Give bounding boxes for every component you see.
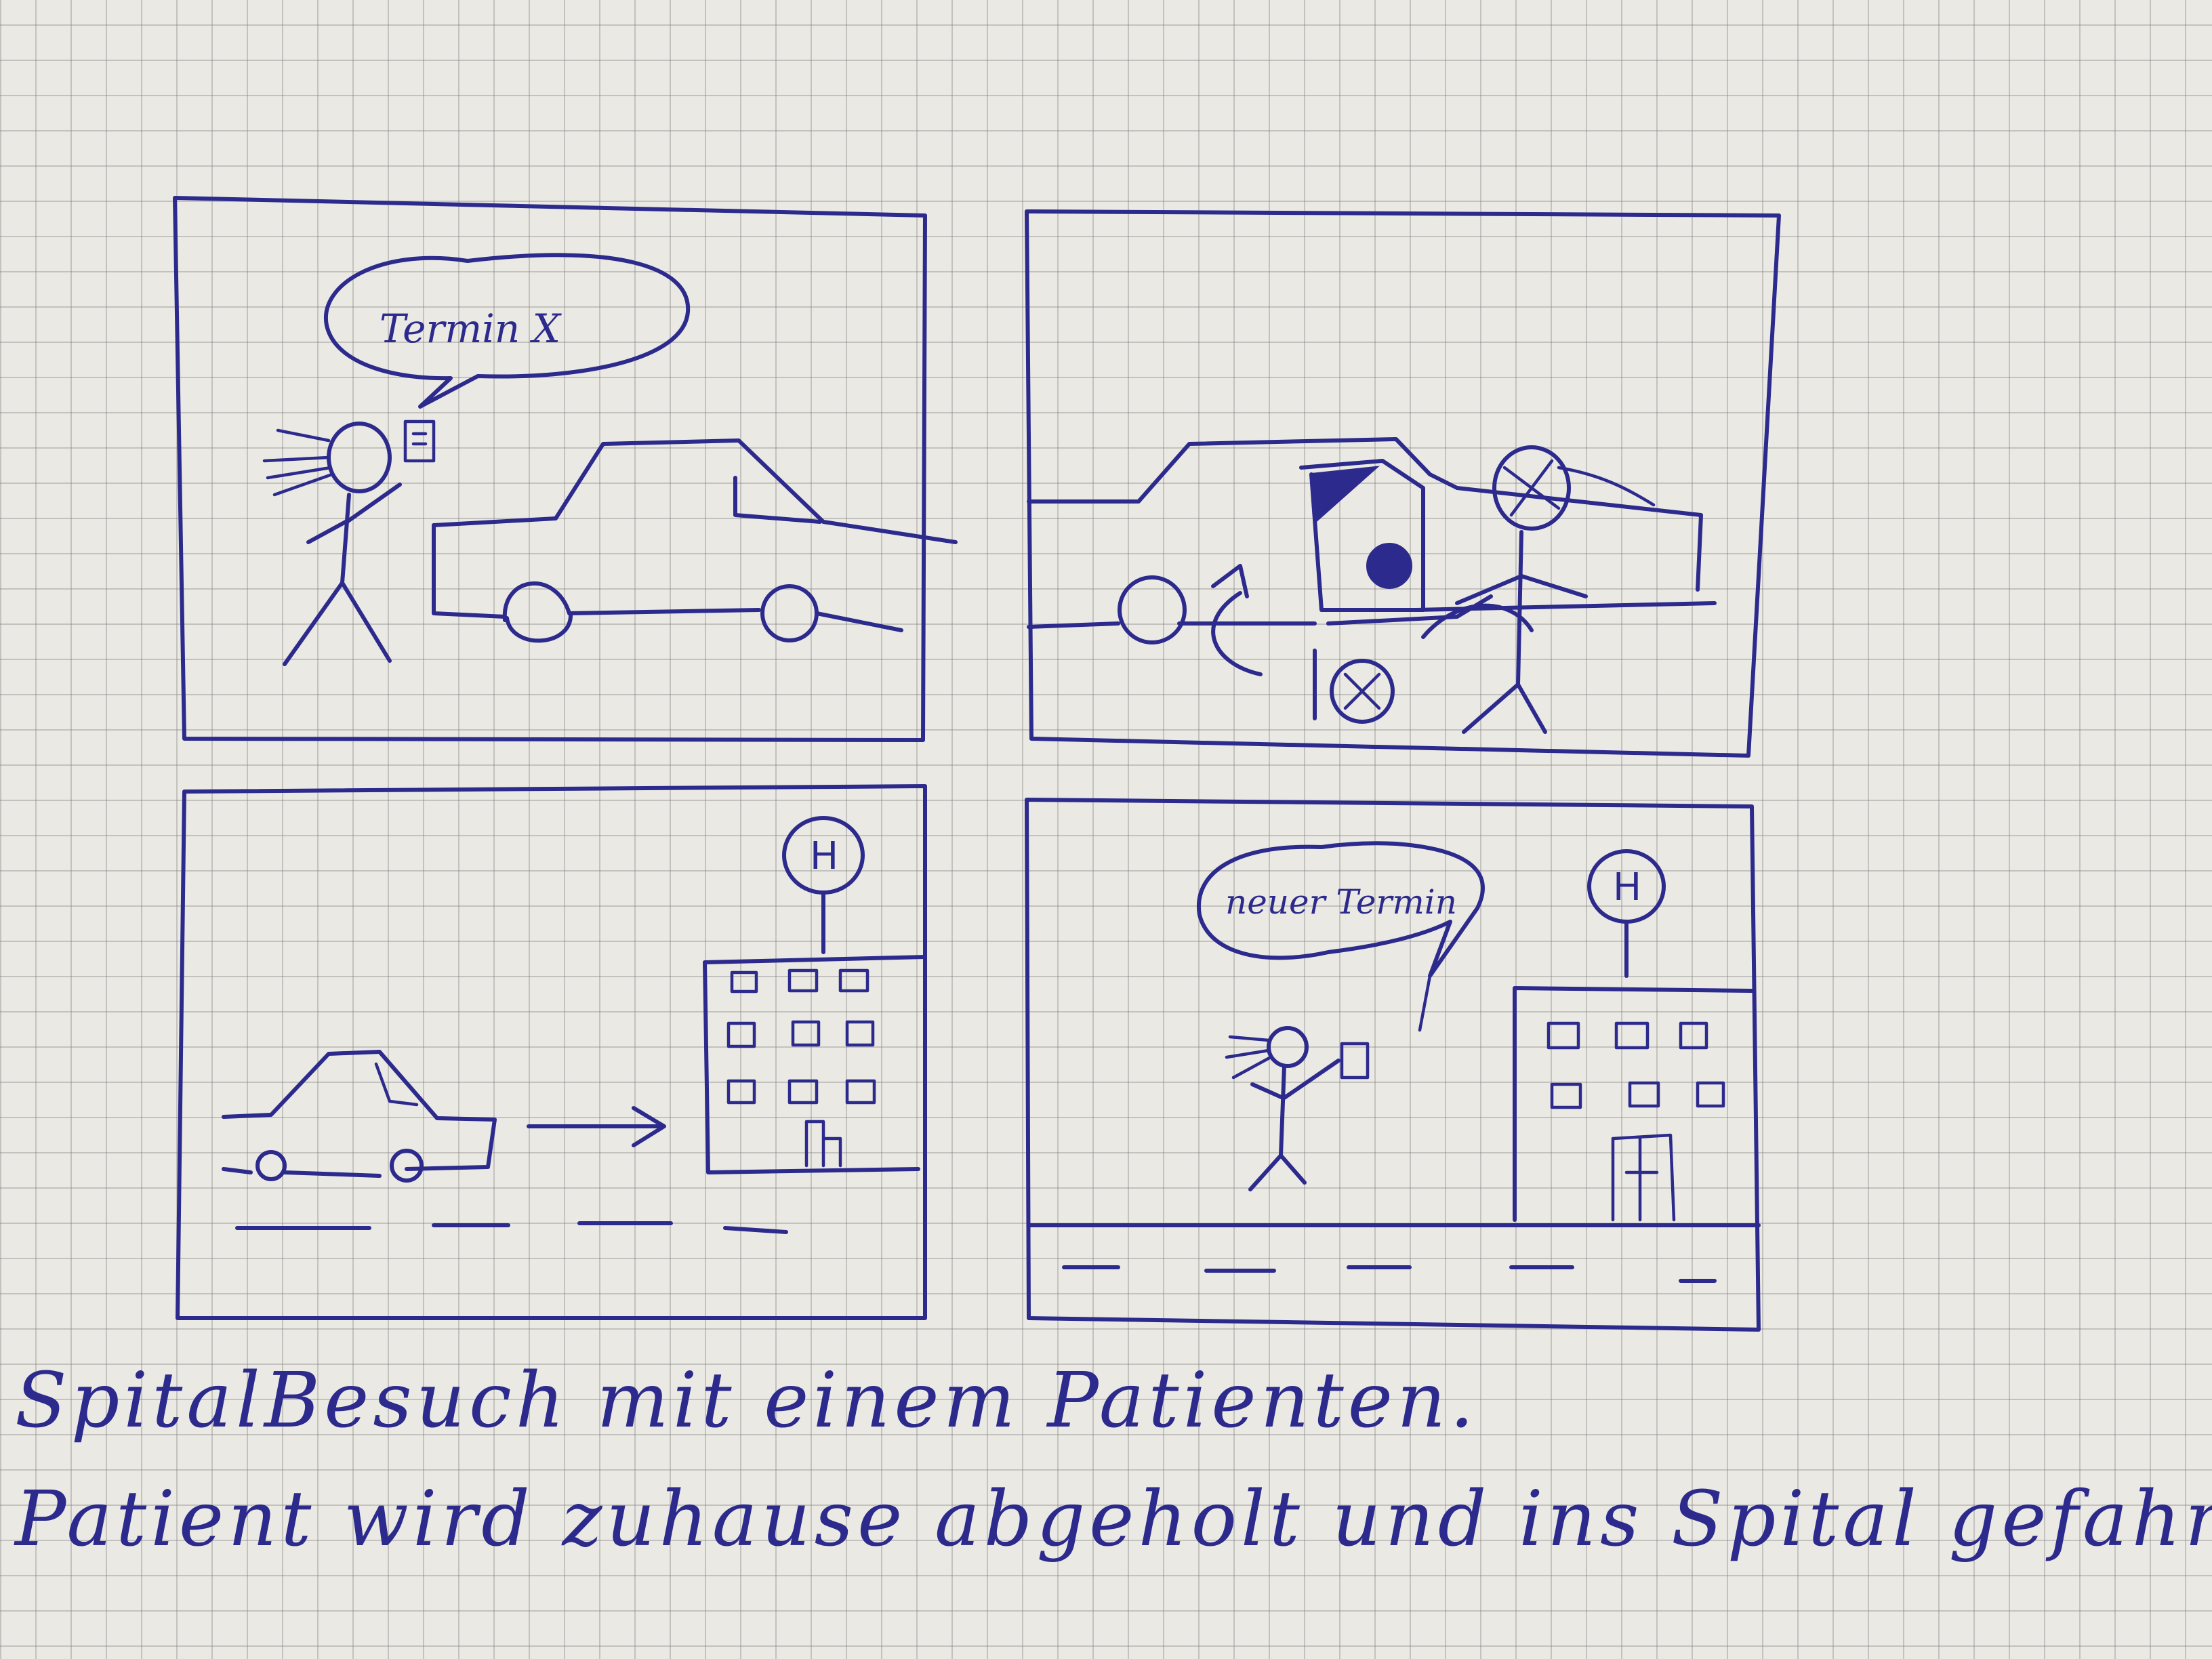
hospital-sign: H <box>782 816 865 954</box>
bubble-text: Termin X <box>380 306 562 352</box>
hospital-building <box>703 955 927 1174</box>
caption: SpitalBesuch mit einem Patienten. Patien… <box>14 1357 2212 1563</box>
storyboard-sketch: Termin X H neuer Termin H SpitalBesuch m… <box>14 196 2212 1563</box>
hospital-building <box>1513 986 1754 1222</box>
panel-4: neuer Termin H <box>1025 798 1761 1332</box>
panel-3: H <box>176 784 927 1320</box>
arrow <box>527 1106 666 1147</box>
bubble-text: neuer Termin <box>1225 882 1457 922</box>
panel-2 <box>1025 209 1781 758</box>
car <box>432 438 958 643</box>
panel-1: Termin X <box>173 196 958 742</box>
sign-text: H <box>1613 865 1641 909</box>
car <box>222 1050 497 1183</box>
person-with-phone <box>262 419 436 666</box>
hospital-sign: H <box>1587 849 1666 978</box>
sign-text: H <box>810 834 838 878</box>
person-with-phone <box>1225 1026 1370 1191</box>
caption-line-1: SpitalBesuch mit einem Patienten. <box>15 1357 1478 1445</box>
caption-line-2: Patient wird zuhause abgeholt und ins Sp… <box>14 1475 2212 1563</box>
